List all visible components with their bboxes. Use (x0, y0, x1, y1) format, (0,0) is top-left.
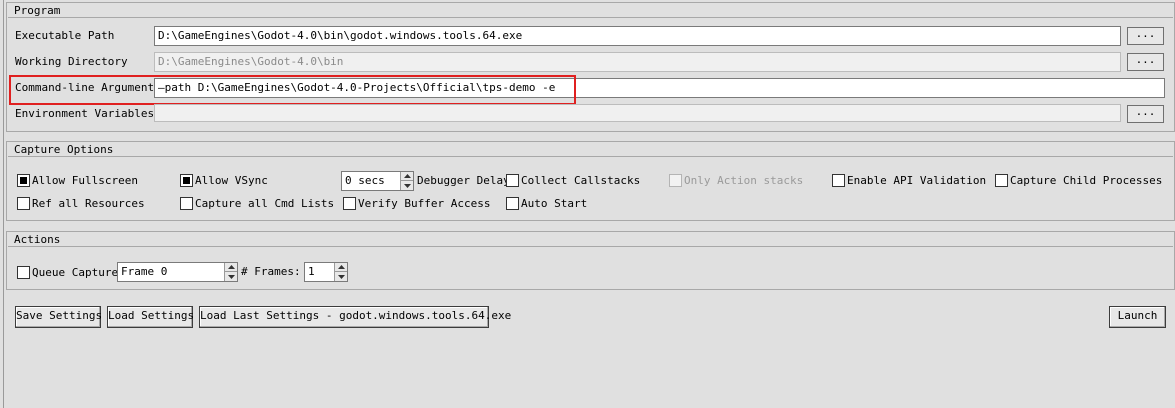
executable-path-label: Executable Path (15, 29, 115, 42)
capture-child-processes-checkbox[interactable]: Capture Child Processes (995, 173, 1162, 187)
executable-path-input[interactable]: D:\GameEngines\Godot-4.0\bin\godot.windo… (154, 26, 1121, 46)
checkbox-box (669, 173, 682, 187)
verify-buffer-access-label: Verify Buffer Access (358, 196, 491, 210)
capture-child-processes-label: Capture Child Processes (1010, 173, 1163, 187)
spin-down-icon[interactable] (335, 272, 347, 281)
queue-capture-label: Queue Capture (32, 265, 119, 279)
checkbox-box (832, 173, 845, 187)
launch-button[interactable]: Launch (1109, 306, 1166, 328)
debugger-delay-stepper[interactable] (400, 172, 413, 190)
auto-start-label: Auto Start (521, 196, 588, 210)
environment-variables-browse-button[interactable]: ... (1127, 105, 1164, 123)
actions-title: Actions (8, 232, 1173, 247)
highlight-box (9, 75, 576, 105)
checkbox-box (506, 196, 519, 210)
program-group-title: Program (8, 3, 1173, 18)
checkbox-box (180, 173, 193, 187)
capture-options-title: Capture Options (8, 142, 1173, 157)
working-directory-label: Working Directory (15, 55, 128, 68)
frames-stepper[interactable] (334, 263, 347, 281)
capture-all-cmd-lists-label: Capture all Cmd Lists (195, 196, 335, 210)
checkbox-box (180, 196, 193, 210)
debugger-delay-spinbox[interactable]: 0 secs (341, 171, 414, 191)
capture-all-cmd-lists-checkbox[interactable]: Capture all Cmd Lists (180, 196, 334, 210)
spin-down-icon[interactable] (401, 181, 413, 190)
allow-vsync-checkbox[interactable]: Allow VSync (180, 173, 268, 187)
allow-fullscreen-checkbox[interactable]: Allow Fullscreen (17, 173, 138, 187)
frame-value: Frame 0 (121, 265, 168, 278)
load-last-settings-button[interactable]: Load Last Settings - godot.windows.tools… (199, 306, 511, 328)
verify-buffer-access-checkbox[interactable]: Verify Buffer Access (343, 196, 490, 210)
checkbox-box (995, 173, 1008, 187)
executable-path-browse-button[interactable]: ... (1127, 27, 1164, 45)
checkbox-box (343, 196, 356, 210)
environment-variables-input[interactable] (154, 104, 1121, 122)
queue-capture-checkbox[interactable]: Queue Capture (17, 265, 118, 279)
working-directory-browse-button[interactable]: ... (1127, 53, 1164, 71)
spin-up-icon[interactable] (225, 263, 237, 272)
auto-start-checkbox[interactable]: Auto Start (506, 196, 587, 210)
only-action-stacks-label: Only Action stacks (684, 173, 804, 187)
left-panel-edge (0, 0, 4, 408)
working-directory-input[interactable]: D:\GameEngines\Godot-4.0\bin (154, 52, 1121, 72)
spin-up-icon[interactable] (401, 172, 413, 181)
checkbox-box (506, 173, 519, 187)
debugger-delay-value: 0 secs (345, 174, 385, 187)
collect-callstacks-label: Collect Callstacks (521, 173, 641, 187)
spin-up-icon[interactable] (335, 263, 347, 272)
only-action-stacks-checkbox[interactable]: Only Action stacks (669, 173, 803, 187)
checkbox-box (17, 173, 30, 187)
load-settings-button[interactable]: Load Settings (107, 306, 194, 328)
collect-callstacks-checkbox[interactable]: Collect Callstacks (506, 173, 640, 187)
checkbox-box (17, 265, 30, 279)
frame-stepper[interactable] (224, 263, 237, 281)
enable-api-validation-label: Enable API Validation (847, 173, 987, 187)
frames-label: # Frames: (241, 265, 301, 278)
ref-all-resources-checkbox[interactable]: Ref all Resources (17, 196, 145, 210)
frames-value: 1 (308, 265, 315, 278)
enable-api-validation-checkbox[interactable]: Enable API Validation (832, 173, 986, 187)
spin-down-icon[interactable] (225, 272, 237, 281)
save-settings-button[interactable]: Save Settings (15, 306, 102, 328)
frame-spinbox[interactable]: Frame 0 (117, 262, 238, 282)
environment-variables-label: Environment Variables (15, 107, 155, 120)
allow-vsync-label: Allow VSync (195, 173, 268, 187)
checkbox-box (17, 196, 30, 210)
debugger-delay-label: Debugger Delay (417, 174, 510, 187)
ref-all-resources-label: Ref all Resources (32, 196, 145, 210)
allow-fullscreen-label: Allow Fullscreen (32, 173, 138, 187)
frames-spinbox[interactable]: 1 (304, 262, 348, 282)
